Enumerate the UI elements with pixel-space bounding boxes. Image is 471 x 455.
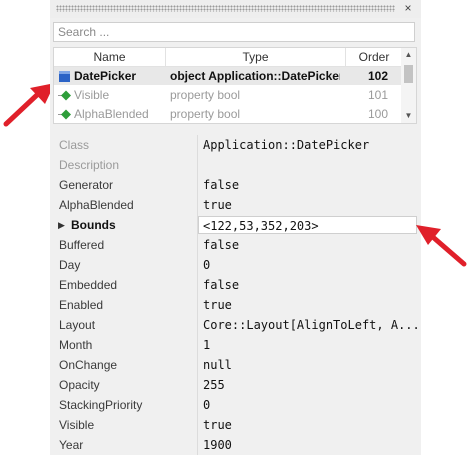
property-value[interactable]: true bbox=[203, 295, 417, 315]
property-label: OnChange bbox=[59, 358, 118, 372]
property-row[interactable]: Buffered false bbox=[53, 235, 417, 255]
property-value[interactable]: 255 bbox=[203, 375, 417, 395]
property-row[interactable]: Generator false bbox=[53, 175, 417, 195]
property-value[interactable]: 1900 bbox=[203, 435, 417, 455]
property-row[interactable]: Description bbox=[53, 155, 417, 175]
property-label: Description bbox=[59, 158, 120, 172]
property-label: StackingPriority bbox=[59, 398, 143, 412]
bounds-value-field[interactable]: <122,53,352,203> bbox=[198, 216, 417, 234]
property-row[interactable]: OnChange null bbox=[53, 355, 417, 375]
expand-arrow-icon[interactable]: ▶ bbox=[58, 215, 65, 235]
close-icon[interactable]: × bbox=[401, 1, 415, 15]
column-divider bbox=[197, 415, 198, 435]
property-row[interactable]: Enabled true bbox=[53, 295, 417, 315]
search-input[interactable] bbox=[53, 22, 415, 42]
property-label: Month bbox=[59, 338, 93, 352]
column-divider bbox=[197, 175, 198, 195]
property-row[interactable]: Layout Core::Layout[AlignToLeft, A... bbox=[53, 315, 417, 335]
property-label: Class bbox=[59, 138, 90, 152]
column-divider bbox=[197, 155, 198, 175]
column-divider bbox=[197, 435, 198, 455]
property-value[interactable]: true bbox=[203, 195, 417, 215]
tree-row[interactable]: AlphaBlended property bool 100 bbox=[54, 105, 402, 123]
property-label: Embedded bbox=[59, 278, 118, 292]
property-label: Layout bbox=[59, 318, 96, 332]
property-value[interactable]: 0 bbox=[203, 395, 417, 415]
property-row[interactable]: Year 1900 bbox=[53, 435, 417, 455]
property-label: Year bbox=[59, 438, 84, 452]
column-header-order[interactable]: Order bbox=[346, 48, 402, 66]
tree-row[interactable]: DatePicker object Application::DatePicke… bbox=[54, 67, 402, 85]
column-divider bbox=[197, 295, 198, 315]
property-row[interactable]: Day 0 bbox=[53, 255, 417, 275]
property-grid: Class Application::DatePicker Descriptio… bbox=[53, 135, 417, 455]
column-divider bbox=[197, 255, 198, 275]
property-row[interactable]: StackingPriority 0 bbox=[53, 395, 417, 415]
column-divider bbox=[197, 395, 198, 415]
row-order: 102 bbox=[367, 69, 388, 83]
property-label: Day bbox=[59, 258, 81, 272]
row-name: Visible bbox=[74, 88, 110, 102]
property-label: AlphaBlended bbox=[59, 198, 134, 212]
column-divider bbox=[197, 195, 198, 215]
tree-header: Name Type Order bbox=[54, 48, 402, 67]
property-value[interactable]: false bbox=[203, 175, 417, 195]
scrollbar-thumb[interactable] bbox=[404, 65, 413, 83]
property-row-bounds[interactable]: ▶ Bounds <122,53,352,203> bbox=[53, 215, 417, 235]
property-icon bbox=[58, 109, 71, 120]
column-divider bbox=[197, 315, 198, 335]
object-icon bbox=[59, 71, 70, 82]
property-label: Buffered bbox=[59, 238, 105, 252]
property-label: Generator bbox=[59, 178, 114, 192]
scroll-up-icon[interactable]: ▲ bbox=[401, 48, 416, 62]
column-header-type[interactable]: Type bbox=[166, 48, 346, 66]
panel-drag-handle[interactable]: × bbox=[50, 0, 421, 18]
property-value: Application::DatePicker bbox=[203, 138, 370, 152]
row-name: DatePicker bbox=[74, 69, 137, 83]
property-value[interactable]: false bbox=[203, 275, 417, 295]
property-row[interactable]: Visible true bbox=[53, 415, 417, 435]
grip-dots bbox=[56, 5, 395, 12]
row-order: 101 bbox=[367, 88, 388, 102]
property-label: Opacity bbox=[59, 378, 100, 392]
property-value[interactable]: true bbox=[203, 415, 417, 435]
property-row[interactable]: Class Application::DatePicker bbox=[53, 135, 417, 155]
row-type: object Application::DatePicker bbox=[170, 69, 340, 83]
property-row[interactable]: Embedded false bbox=[53, 275, 417, 295]
property-label: Visible bbox=[59, 418, 95, 432]
row-order: 100 bbox=[367, 107, 388, 121]
column-divider bbox=[197, 335, 198, 355]
property-value[interactable]: null bbox=[203, 355, 417, 375]
property-value[interactable]: 1 bbox=[203, 335, 417, 355]
tree-row[interactable]: Visible property bool 101 bbox=[54, 86, 402, 104]
row-type: property bool bbox=[170, 88, 241, 102]
outline-tree: Name Type Order DatePicker object Applic… bbox=[53, 47, 417, 124]
property-value[interactable]: Core::Layout[AlignToLeft, A... bbox=[203, 315, 417, 335]
property-label: Enabled bbox=[59, 298, 104, 312]
property-row[interactable]: Month 1 bbox=[53, 335, 417, 355]
property-row[interactable]: AlphaBlended true bbox=[53, 195, 417, 215]
column-header-name[interactable]: Name bbox=[54, 48, 166, 66]
red-arrow-icon bbox=[416, 225, 467, 267]
column-divider bbox=[197, 355, 198, 375]
property-value[interactable]: false bbox=[203, 235, 417, 255]
row-type: property bool bbox=[170, 107, 241, 121]
inspector-panel: × Name Type Order DatePicker object Appl… bbox=[50, 0, 421, 455]
property-icon bbox=[58, 90, 71, 101]
tree-scrollbar[interactable]: ▲ ▼ bbox=[401, 48, 416, 123]
column-divider bbox=[197, 235, 198, 255]
column-divider bbox=[197, 275, 198, 295]
column-divider bbox=[197, 375, 198, 395]
property-label: Bounds bbox=[71, 218, 116, 232]
property-row[interactable]: Opacity 255 bbox=[53, 375, 417, 395]
column-divider bbox=[197, 135, 198, 155]
property-value[interactable]: 0 bbox=[203, 255, 417, 275]
row-name: AlphaBlended bbox=[74, 107, 149, 121]
scroll-down-icon[interactable]: ▼ bbox=[401, 109, 416, 123]
